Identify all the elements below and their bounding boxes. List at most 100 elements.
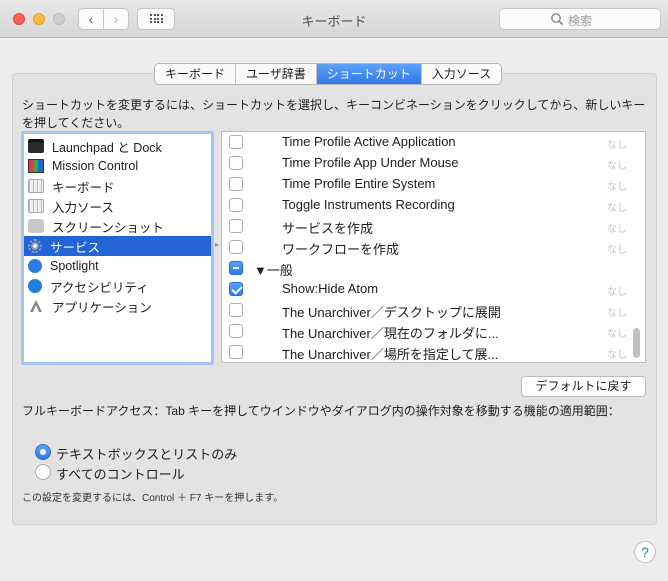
shortcut-group-general[interactable]: ▼一般 xyxy=(222,258,632,279)
shortcut-key[interactable]: なし xyxy=(607,178,627,193)
shortcut-key[interactable]: なし xyxy=(607,325,627,340)
mission-control-icon xyxy=(28,159,44,173)
vertical-scrollbar[interactable] xyxy=(633,328,640,358)
grid-icon xyxy=(150,14,164,24)
keyboard-icon xyxy=(28,179,44,193)
category-label: アプリケーション xyxy=(52,300,152,315)
category-label: スクリーンショット xyxy=(52,220,164,235)
back-button[interactable]: ‹ xyxy=(78,8,104,30)
group-checkbox[interactable] xyxy=(229,261,243,275)
shortcut-checkbox[interactable] xyxy=(229,198,243,212)
shortcut-list[interactable]: Time Profile Active Application なし Time … xyxy=(221,131,646,363)
search-icon xyxy=(551,13,564,26)
shortcut-key[interactable]: なし xyxy=(607,220,627,235)
shortcut-label: Time Profile Entire System xyxy=(282,176,436,191)
category-list[interactable]: Launchpad と Dock Mission Control キーボード 入… xyxy=(21,131,214,365)
shortcut-checkbox[interactable] xyxy=(229,219,243,233)
shortcut-key[interactable]: なし xyxy=(607,304,627,319)
shortcut-label: Time Profile Active Application xyxy=(282,134,456,149)
shortcut-row[interactable]: The Unarchiver／現在のフォルダに... なし xyxy=(222,321,632,342)
tab-user-dictionary[interactable]: ユーザ辞書 xyxy=(236,64,317,84)
launchpad-dock-icon xyxy=(28,139,44,153)
category-keyboard[interactable]: キーボード xyxy=(24,176,211,196)
shortcut-checkbox[interactable] xyxy=(229,345,243,359)
control-f7-note: この設定を変更するには、Control ＋ F7 キーを押します。 xyxy=(22,493,284,504)
help-button[interactable]: ? xyxy=(634,541,656,563)
category-label: キーボード xyxy=(52,180,115,195)
category-applications[interactable]: アプリケーション xyxy=(24,296,211,316)
shortcut-label: サービスを作成 xyxy=(282,221,374,236)
category-services[interactable]: サービス xyxy=(24,236,211,256)
radio-label[interactable]: テキストボックスとリストのみ xyxy=(56,444,237,463)
shortcut-row[interactable]: The Unarchiver／デスクトップに展開 なし xyxy=(222,300,632,321)
category-label: 入力ソース xyxy=(52,200,114,215)
instructions-text: ショートカットを変更するには、ショートカットを選択し、キーコンビネーションをクリ… xyxy=(22,98,646,130)
group-label[interactable]: ▼一般 xyxy=(254,260,293,279)
shortcut-checkbox[interactable] xyxy=(229,177,243,191)
category-launchpad-dock[interactable]: Launchpad と Dock xyxy=(24,136,211,156)
shortcut-label: The Unarchiver／現在のフォルダに... xyxy=(282,326,499,341)
screenshot-icon xyxy=(28,219,44,233)
shortcut-row[interactable]: Time Profile Active Application なし xyxy=(222,132,632,153)
close-window-button[interactable] xyxy=(13,13,25,25)
shortcut-row[interactable]: The Unarchiver／場所を指定して展... なし xyxy=(222,342,632,362)
shortcut-label: Toggle Instruments Recording xyxy=(282,197,455,212)
show-all-button[interactable] xyxy=(137,8,175,30)
shortcut-row[interactable]: Show:Hide Atom なし xyxy=(222,279,632,300)
restore-defaults-button[interactable]: デフォルトに戻す xyxy=(521,376,646,397)
category-input-sources[interactable]: 入力ソース xyxy=(24,196,211,216)
title-bar: ‹ › キーボード 検索 xyxy=(0,0,668,38)
shortcut-key[interactable]: なし xyxy=(607,346,627,361)
search-placeholder: 検索 xyxy=(568,14,593,28)
category-spotlight[interactable]: Spotlight xyxy=(24,256,211,276)
shortcut-checkbox[interactable] xyxy=(229,135,243,149)
tab-input-sources[interactable]: 入力ソース xyxy=(422,64,501,84)
search-field[interactable]: 検索 xyxy=(499,8,661,30)
full-keyboard-access-label: フルキーボードアクセス：Tab キーを押してウインドウやダイアログ内の操作対象を… xyxy=(22,404,620,418)
zoom-window-button[interactable] xyxy=(53,13,65,25)
radio-text-boxes-lists[interactable] xyxy=(35,444,51,460)
keyboard-preferences-window: ‹ › キーボード 検索 キーボード ユーザ辞書 ショートカット 入力ソース シ… xyxy=(0,0,668,581)
input-source-icon xyxy=(28,199,44,213)
shortcut-row[interactable]: サービスを作成 なし xyxy=(222,216,632,237)
shortcut-checkbox[interactable] xyxy=(229,156,243,170)
shortcut-checkbox[interactable] xyxy=(229,240,243,254)
shortcut-checkbox[interactable] xyxy=(229,282,243,296)
shortcut-key[interactable]: なし xyxy=(607,199,627,214)
spotlight-icon xyxy=(28,259,42,273)
shortcut-checkbox[interactable] xyxy=(229,303,243,317)
category-label: Mission Control xyxy=(52,159,139,173)
radio-all-controls[interactable] xyxy=(35,464,51,480)
category-mission-control[interactable]: Mission Control xyxy=(24,156,211,176)
category-label: Launchpad と Dock xyxy=(52,140,162,155)
shortcut-row[interactable]: ワークフローを作成 なし xyxy=(222,237,632,258)
tab-bar: キーボード ユーザ辞書 ショートカット 入力ソース xyxy=(154,63,503,85)
shortcut-key[interactable]: なし xyxy=(607,283,627,298)
shortcut-label: ワークフローを作成 xyxy=(282,242,400,257)
shortcut-label: The Unarchiver／場所を指定して展... xyxy=(282,347,499,362)
category-screenshots[interactable]: スクリーンショット xyxy=(24,216,211,236)
category-label: サービス xyxy=(50,240,101,255)
shortcut-label: Show:Hide Atom xyxy=(282,281,379,296)
tab-keyboard[interactable]: キーボード xyxy=(155,64,237,84)
applications-icon xyxy=(28,299,44,313)
accessibility-icon xyxy=(28,279,42,293)
shortcut-row[interactable]: Toggle Instruments Recording なし xyxy=(222,195,632,216)
shortcut-key[interactable]: なし xyxy=(607,136,627,151)
shortcut-row[interactable]: Time Profile App Under Mouse なし xyxy=(222,153,632,174)
category-label: Spotlight xyxy=(50,259,99,273)
minimize-window-button[interactable] xyxy=(33,13,45,25)
tab-shortcuts[interactable]: ショートカット xyxy=(316,64,422,84)
shortcut-label: The Unarchiver／デスクトップに展開 xyxy=(282,305,501,320)
forward-button[interactable]: › xyxy=(103,8,129,30)
category-accessibility[interactable]: アクセシビリティ xyxy=(24,276,211,296)
shortcut-checkbox[interactable] xyxy=(229,324,243,338)
shortcut-key[interactable]: なし xyxy=(607,157,627,172)
window-title: キーボード xyxy=(301,14,367,29)
radio-label[interactable]: すべてのコントロール xyxy=(56,464,185,483)
services-gear-icon xyxy=(28,239,42,253)
shortcut-label: Time Profile App Under Mouse xyxy=(282,155,459,170)
shortcut-row[interactable]: Time Profile Entire System なし xyxy=(222,174,632,195)
category-label: アクセシビリティ xyxy=(50,280,149,295)
shortcut-key[interactable]: なし xyxy=(607,241,627,256)
